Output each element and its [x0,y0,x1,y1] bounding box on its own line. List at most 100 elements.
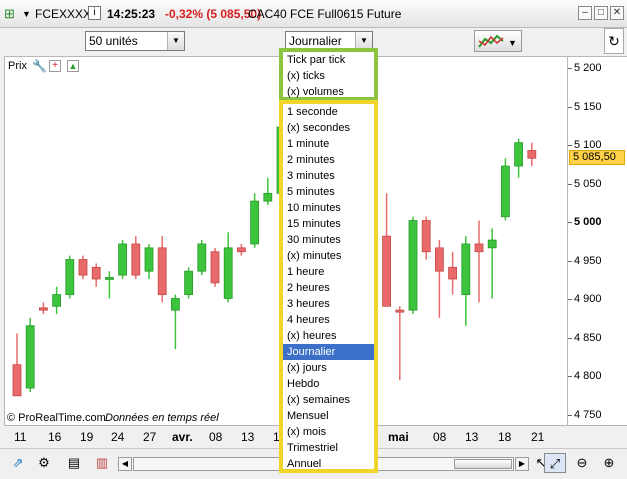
menu-item[interactable]: (x) secondes [283,120,374,136]
info-icon[interactable]: i [88,6,101,20]
menu-item[interactable]: (x) mois [283,424,374,440]
menu-item[interactable]: Hebdo [283,376,374,392]
menu-item[interactable]: 10 minutes [283,200,374,216]
candle-down[interactable] [131,243,141,276]
candle-down[interactable] [448,266,458,280]
candle-up[interactable] [514,142,524,167]
menu-item[interactable]: (x) semaines [283,392,374,408]
candle-down[interactable] [395,309,405,313]
minimize-icon[interactable]: – [578,6,592,20]
date-tick: 18 [498,430,512,444]
candle-up[interactable] [105,277,114,280]
wrench-icon[interactable]: 🔧 [32,59,47,73]
candle-down[interactable] [12,364,22,397]
candle-up[interactable] [65,259,75,295]
zoom-fit-icon[interactable]: ⤢ [544,453,566,473]
menu-item[interactable]: Tick par tick [283,52,374,68]
candle-up[interactable] [184,270,194,295]
zoom-in-icon[interactable]: ⊕ [599,453,619,473]
menu-item-selected[interactable]: Journalier [283,344,374,360]
candle-down[interactable] [157,247,167,295]
candle-down[interactable] [210,251,220,284]
menu-item[interactable]: 3 minutes [283,168,374,184]
candle-up[interactable] [408,220,418,311]
date-tick: 13 [465,430,479,444]
menu-item[interactable]: 5 minutes [283,184,374,200]
menu-item[interactable]: 15 minutes [283,216,374,232]
menu-item[interactable]: (x) volumes [283,84,374,100]
candle-up[interactable] [144,247,154,272]
menu-item[interactable]: Trimestriel [283,440,374,456]
candle-up[interactable] [25,325,35,389]
chevron-down-icon[interactable]: ▼ [22,9,31,19]
candle-up[interactable] [118,243,127,276]
menu-item[interactable]: 2 heures [283,280,374,296]
menu-item[interactable]: 4 heures [283,312,374,328]
menu-item[interactable]: (x) jours [283,360,374,376]
arrow-up-icon[interactable]: ▲ [67,60,79,72]
menu-item[interactable]: (x) ticks [283,68,374,84]
candle-up[interactable] [223,247,233,299]
candle-down[interactable] [91,266,101,280]
candles-icon[interactable]: ▥ [92,453,112,473]
menu-item[interactable]: (x) heures [283,328,374,344]
watermark-brand: © ProRealTime.com [7,412,106,424]
units-select-value: 50 unités [89,34,138,48]
chart-arrow-icon[interactable]: ⇗ [8,453,28,473]
list-icon[interactable]: ▤ [64,453,84,473]
price-tick: 4 850 [568,332,602,344]
scroll-right-button[interactable]: ▶ [515,457,529,471]
candle-up[interactable] [461,243,471,295]
candle-up[interactable] [487,239,497,249]
price-tick: 4 800 [568,370,602,382]
maximize-icon[interactable]: □ [594,6,608,20]
zoom-out-icon[interactable]: ⊖ [572,453,592,473]
candle-up[interactable] [52,294,61,307]
refresh-icon[interactable]: ↻ [604,28,624,54]
time-label: 14:25:23 [107,7,156,21]
symbol-label[interactable]: FCEXXXX [35,7,91,21]
menu-item[interactable]: (x) minutes [283,248,374,264]
period-menu-tick-group: Tick par tick (x) ticks (x) volumes [279,48,378,101]
scroll-left-button[interactable]: ◀ [118,457,132,471]
menu-item[interactable]: 3 heures [283,296,374,312]
date-tick: 08 [433,430,447,444]
price-tick: 4 900 [568,293,602,305]
candle-up[interactable] [197,243,207,272]
candle-down[interactable] [236,247,246,253]
menu-item[interactable]: 1 minute [283,136,374,152]
chart-type-icon[interactable]: ⊞ [4,6,15,22]
candle-down[interactable] [434,247,444,272]
candle-down[interactable] [421,220,431,253]
candle-down[interactable] [78,259,88,276]
units-select[interactable]: 50 unités ▼ [85,31,185,51]
menu-item[interactable]: 2 minutes [283,152,374,168]
close-icon[interactable]: ✕ [610,6,624,20]
change-label: -0,32% (5 085,50) [165,7,262,21]
chevron-down-icon[interactable]: ▼ [167,32,184,50]
price-tick: 4 950 [568,255,602,267]
menu-item[interactable]: 1 heure [283,264,374,280]
date-tick: 16 [48,430,62,444]
settings-icon[interactable]: ⚙ [34,453,54,473]
candle-down[interactable] [474,243,484,253]
candle-up[interactable] [170,298,180,311]
menu-item[interactable]: Mensuel [283,408,374,424]
price-axis[interactable]: 5 200 5 150 5 100 5 050 5 000 4 950 4 90… [568,56,627,426]
scrollbar-thumb[interactable] [454,459,512,469]
add-indicator-icon[interactable]: + [49,60,61,72]
candle-down[interactable] [382,235,392,307]
indicators-button[interactable]: ▼ [474,30,522,52]
candle-down[interactable] [39,307,48,311]
candle-up[interactable] [250,200,260,245]
candle-down[interactable] [527,150,537,159]
menu-item[interactable]: Annuel [283,456,374,472]
candle-up[interactable] [500,165,510,218]
candle-up[interactable] [263,192,273,202]
menu-item[interactable]: 30 minutes [283,232,374,248]
price-tick: 5 000 [568,216,602,228]
menu-item[interactable]: 1 seconde [283,104,374,120]
instrument-description: CAC40 FCE Full0615 Future [248,7,402,21]
price-tick: 4 750 [568,409,602,421]
date-tick: 24 [111,430,125,444]
